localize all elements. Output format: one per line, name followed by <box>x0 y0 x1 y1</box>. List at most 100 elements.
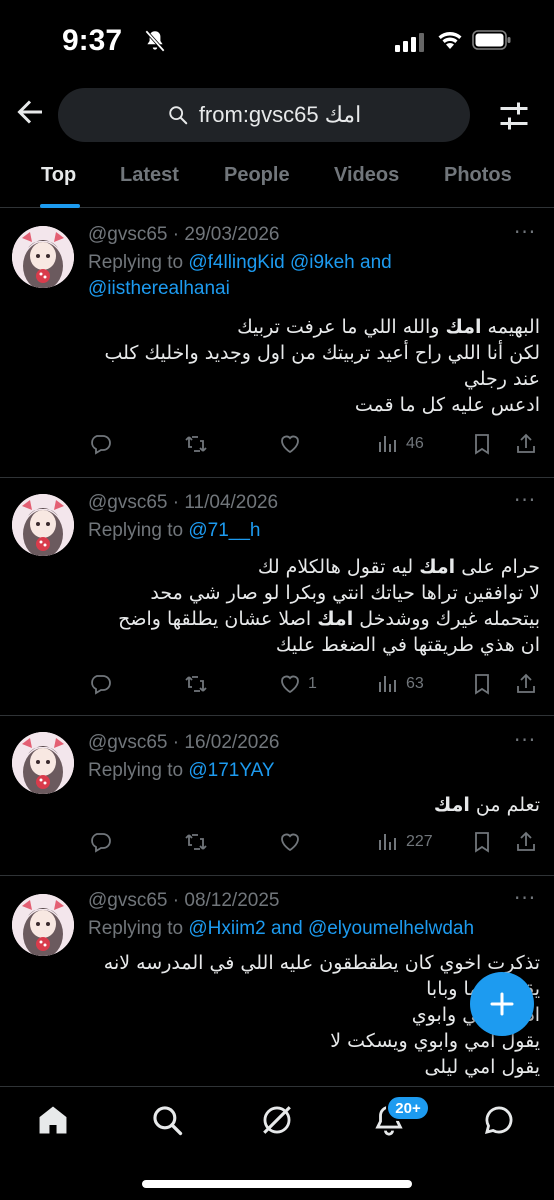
tweet-date[interactable]: 11/04/2026 <box>184 492 278 513</box>
tweet-handle[interactable]: @gvsc65 <box>88 890 168 911</box>
tweet-date[interactable]: 29/03/2026 <box>184 224 279 245</box>
tab-videos[interactable]: Videos <box>334 164 399 187</box>
like-count: 1 <box>308 675 317 692</box>
avatar[interactable] <box>12 732 74 794</box>
search-input[interactable]: from:gvsc65 امك <box>58 88 470 142</box>
messages-icon[interactable] <box>482 1103 516 1137</box>
share-button[interactable] <box>514 672 538 696</box>
tab-photos[interactable]: Photos <box>444 164 512 187</box>
replying-to: Replying to @f4llingKid @i9keh and @iist… <box>88 250 528 302</box>
views-count: 63 <box>406 675 424 692</box>
like-icon <box>281 675 299 694</box>
retweet-icon <box>185 834 207 850</box>
share-icon <box>517 831 535 851</box>
more-icon[interactable]: ··· <box>514 488 536 512</box>
tweet-handle[interactable]: @gvsc65 <box>88 492 168 513</box>
replying-prefix: Replying to <box>88 918 184 939</box>
share-icon <box>517 433 535 453</box>
tweet-date[interactable]: 16/02/2026 <box>184 732 279 753</box>
search-tabs: Top Latest People Videos Photos <box>0 150 554 208</box>
reply-mentions[interactable]: @171YAY <box>188 760 274 781</box>
tweet-line: لكن أنا اللي راح أعيد تربيتك من اول وجدي… <box>104 342 540 364</box>
tweet-date[interactable]: 08/12/2025 <box>184 890 279 911</box>
tweet-line: عند رجلي <box>463 368 540 390</box>
replying-prefix: Replying to <box>88 520 184 541</box>
replying-to: Replying to @Hxiim2 and @elyoumelhelwdah <box>88 916 528 942</box>
dot-separator: · <box>172 732 180 753</box>
views-button[interactable]: 63 <box>376 672 424 696</box>
dot-separator: · <box>172 224 180 245</box>
like-button[interactable] <box>278 830 308 854</box>
notifications-badge: 20+ <box>386 1095 430 1121</box>
like-button[interactable]: 1 <box>278 672 317 696</box>
like-button[interactable] <box>278 432 308 456</box>
avatar[interactable] <box>12 226 74 288</box>
search-header: from:gvsc65 امك <box>0 84 554 148</box>
avatar[interactable] <box>12 494 74 556</box>
bookmark-button[interactable] <box>470 672 494 696</box>
tweet-line: ان هذي طريقتها في الضغط عليك <box>275 634 540 656</box>
tab-top[interactable]: Top <box>41 164 76 187</box>
tweet-line: يقول امي ليلى <box>424 1056 540 1078</box>
reply-button[interactable] <box>88 432 118 456</box>
wifi-icon <box>438 32 462 49</box>
retweet-button[interactable] <box>184 432 214 456</box>
share-button[interactable] <box>514 830 538 854</box>
grok-icon[interactable] <box>260 1103 294 1137</box>
filter-icon[interactable] <box>496 98 532 134</box>
share-icon <box>517 673 535 693</box>
retweet-button[interactable] <box>184 672 214 696</box>
tweet-line: حرام على امك ليه تقول هالكلام لك <box>257 556 540 578</box>
cellular-signal-icon <box>395 33 424 52</box>
reply-mentions[interactable]: @71__h <box>188 520 260 541</box>
tab-people[interactable]: People <box>224 164 290 187</box>
tab-latest[interactable]: Latest <box>120 164 179 187</box>
more-icon[interactable]: ··· <box>514 728 536 752</box>
bookmark-button[interactable] <box>470 830 494 854</box>
reply-mentions[interactable]: @Hxiim2 and @elyoumelhelwdah <box>188 918 474 939</box>
dot-separator: · <box>172 492 180 513</box>
replying-to: Replying to @171YAY <box>88 758 528 784</box>
back-arrow-icon[interactable] <box>12 94 48 130</box>
explore-icon[interactable] <box>150 1103 184 1137</box>
tweet-text: تعلم من امك <box>88 792 540 818</box>
reply-button[interactable] <box>88 830 118 854</box>
replying-to: Replying to @71__h <box>88 518 528 544</box>
reply-icon <box>91 435 111 455</box>
tweet-handle[interactable]: @gvsc65 <box>88 224 168 245</box>
home-indicator <box>142 1180 412 1188</box>
silent-mode-icon <box>145 30 165 52</box>
tweet-handle[interactable]: @gvsc65 <box>88 732 168 753</box>
tweet[interactable]: @gvsc65 · 08/12/2025 ··· Replying to @Hx… <box>0 876 554 1086</box>
compose-icon <box>490 992 514 1016</box>
tweet[interactable]: @gvsc65 · 16/02/2026 ··· Replying to @17… <box>0 716 554 876</box>
tweet-actions: 227 <box>88 830 548 860</box>
retweet-button[interactable] <box>184 830 214 854</box>
tweet-line: يقول امي وابوي ويسكت لا <box>330 1030 540 1052</box>
avatar[interactable] <box>12 894 74 956</box>
dot-separator: · <box>172 890 180 911</box>
reply-button[interactable] <box>88 672 118 696</box>
home-icon[interactable] <box>36 1103 70 1137</box>
like-icon <box>281 435 299 454</box>
status-bar: 9:37 <box>0 0 554 84</box>
tweet[interactable]: @gvsc65 · 11/04/2026 ··· Replying to @71… <box>0 478 554 716</box>
retweet-icon <box>185 676 207 692</box>
share-button[interactable] <box>514 432 538 456</box>
views-button[interactable]: 227 <box>376 830 433 854</box>
bookmark-icon <box>475 832 489 853</box>
bookmark-button[interactable] <box>470 432 494 456</box>
tweet-meta: @gvsc65 · 16/02/2026 <box>88 732 279 754</box>
more-icon[interactable]: ··· <box>514 886 536 910</box>
highlighted-keyword: امك <box>445 316 482 338</box>
tweet[interactable]: @gvsc65 · 29/03/2026 ··· Replying to @f4… <box>0 208 554 478</box>
battery-icon <box>472 30 511 50</box>
views-count: 46 <box>406 435 424 452</box>
highlighted-keyword: امك <box>433 794 470 816</box>
tweet-line: تعلم من امك <box>433 794 540 816</box>
more-icon[interactable]: ··· <box>514 220 536 244</box>
tweet-line: بيتحمله غيرك ووشدخل امك اصلا عشان يطلقها… <box>118 608 540 630</box>
views-button[interactable]: 46 <box>376 432 424 456</box>
tweet-actions: 46 <box>88 432 548 462</box>
compose-button[interactable] <box>470 972 534 1036</box>
